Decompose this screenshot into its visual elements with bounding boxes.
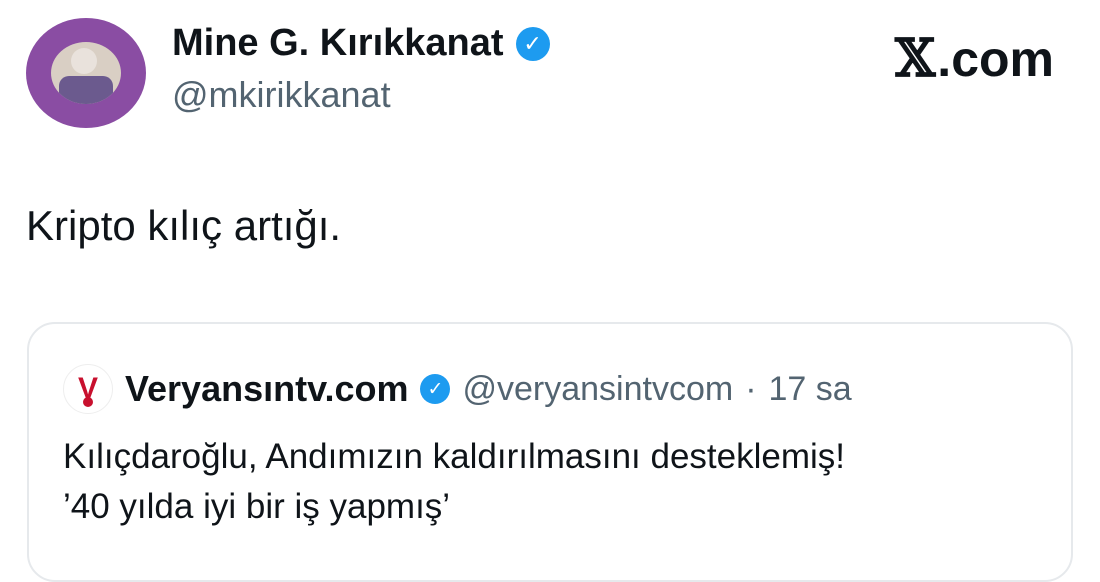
quoted-tweet-line-2: ’40 yılda iyi bir iş yapmış’ [63, 487, 451, 526]
x-logo-icon: 𝕏 [894, 28, 936, 89]
avatar-face [71, 48, 97, 74]
meta-separator: · [745, 369, 757, 408]
quoted-tweet-card[interactable]: V Veryansıntv.com ✓ @veryansintvcom · 17… [27, 322, 1073, 582]
tweet-text: Kripto kılıç artığı. [26, 202, 342, 249]
quoted-author-handle[interactable]: @veryansintvcom [462, 370, 733, 409]
author-avatar[interactable] [26, 18, 146, 128]
quoted-tweet-header: V Veryansıntv.com ✓ @veryansintvcom · 17… [63, 364, 852, 414]
author-handle[interactable]: @mkirikkanat [172, 74, 391, 116]
verified-badge-icon: ✓ [515, 26, 550, 61]
author-name[interactable]: Mine G. Kırıkkanat [172, 22, 504, 65]
quoted-tweet-text: Kılıçdaroğlu, Andımızın kaldırılmasını d… [63, 432, 845, 532]
quoted-author-avatar[interactable]: V [63, 364, 113, 414]
avatar-body [59, 76, 113, 104]
x-domain: .com [937, 31, 1054, 87]
quoted-verified-badge-icon: ✓ [420, 374, 451, 404]
x-logo: 𝕏 .com [895, 28, 1054, 89]
logo-dot [83, 397, 93, 407]
quoted-tweet-time[interactable]: 17 sa [769, 370, 852, 409]
author-name-row[interactable]: Mine G. Kırıkkanat ✓ [172, 22, 550, 65]
quoted-author-name[interactable]: Veryansıntv.com [125, 368, 408, 410]
avatar-photo [51, 42, 121, 104]
quoted-tweet-line-1: Kılıçdaroğlu, Andımızın kaldırılmasını d… [63, 437, 845, 476]
